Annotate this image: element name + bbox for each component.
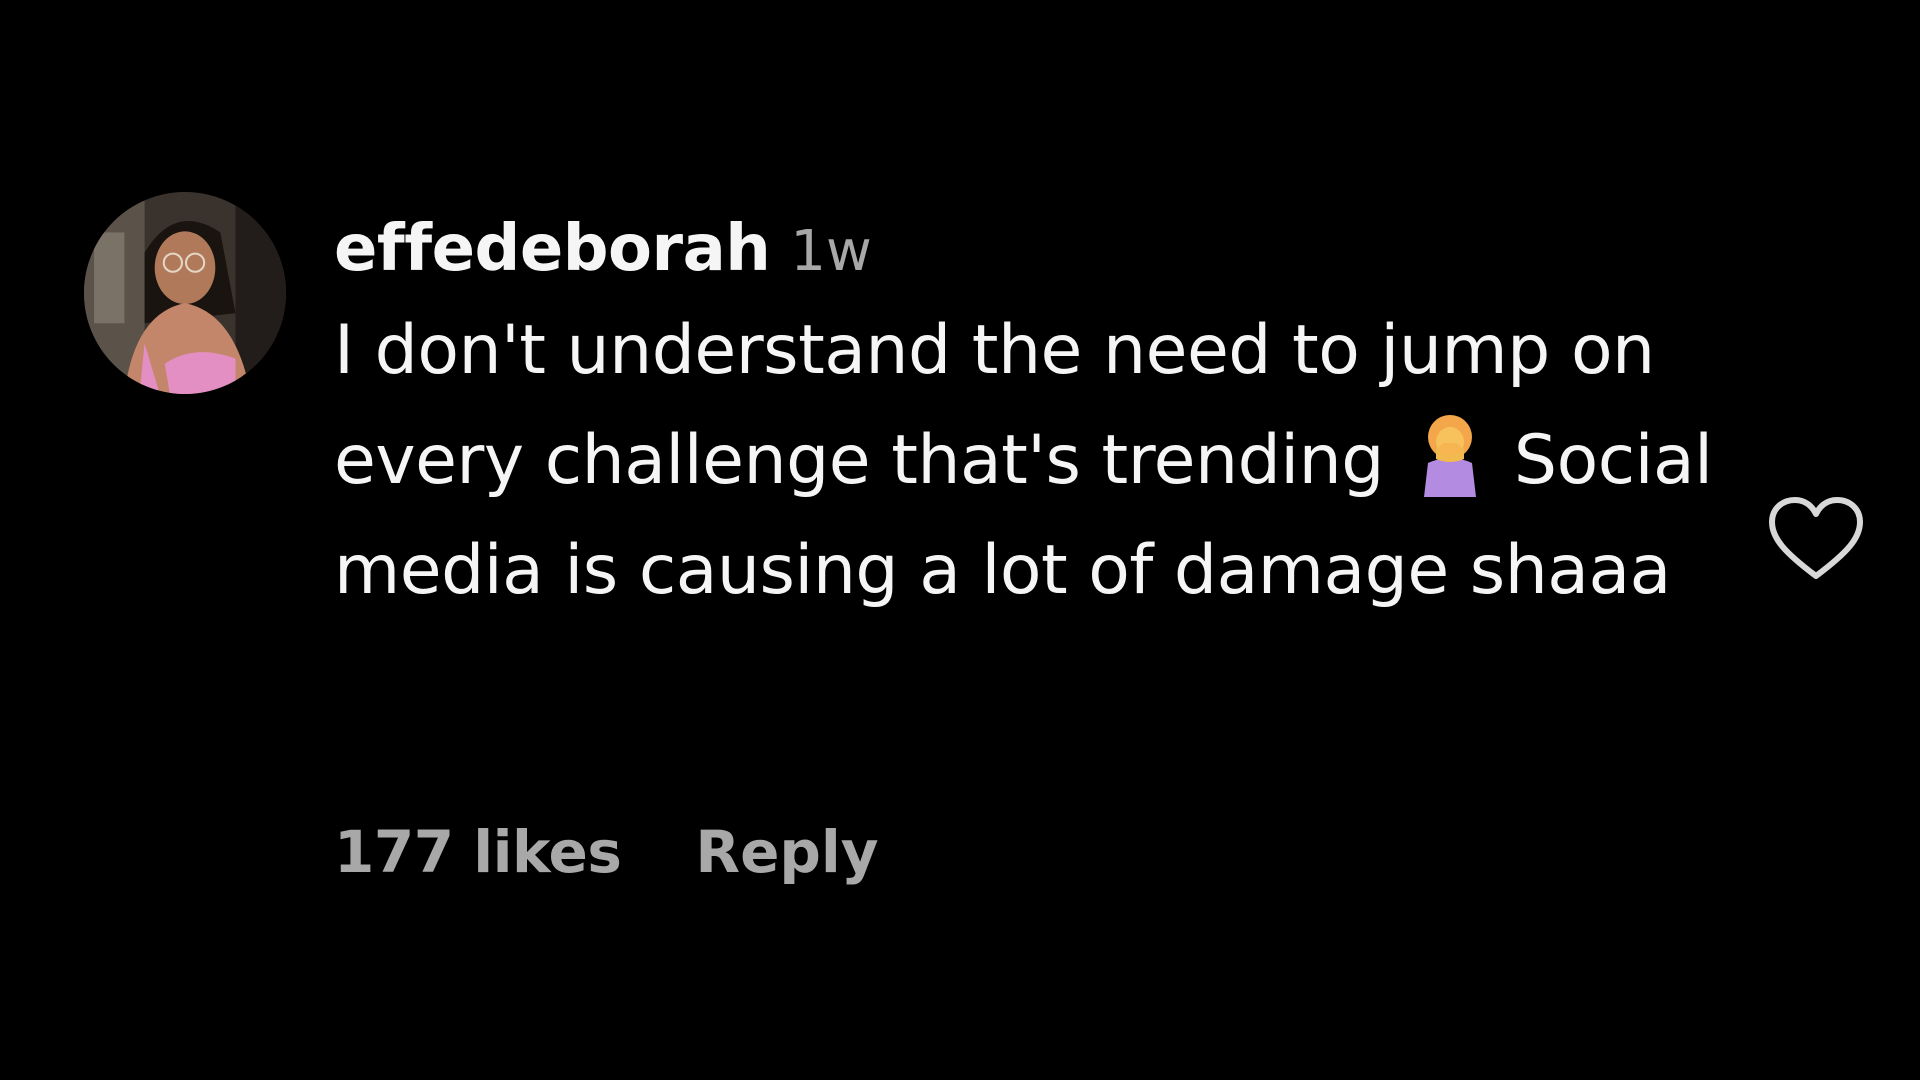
comment-item: effedeborah 1w I don't understand the ne… — [0, 0, 1920, 1080]
like-button[interactable] — [1766, 494, 1866, 584]
comment-actions: 177 likes Reply — [334, 818, 879, 886]
comment-header: effedeborah 1w — [334, 212, 1734, 296]
username-link[interactable]: effedeborah — [334, 212, 771, 286]
avatar[interactable] — [84, 192, 286, 394]
likes-count[interactable]: 177 likes — [334, 818, 622, 886]
heart-outline-icon — [1769, 497, 1863, 579]
woman-facepalming-emoji — [1414, 409, 1486, 497]
comment-body: effedeborah 1w I don't understand the ne… — [334, 212, 1734, 626]
comment-text: I don't understand the need to jump on e… — [334, 296, 1734, 626]
profile-photo — [84, 192, 286, 394]
reply-button[interactable]: Reply — [695, 818, 878, 886]
timestamp[interactable]: 1w — [790, 219, 871, 284]
